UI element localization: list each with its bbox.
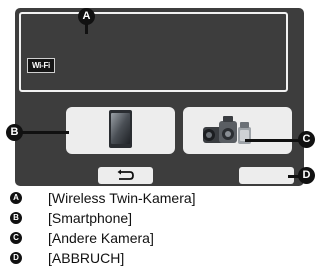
smartphone-button[interactable]	[66, 107, 175, 154]
legend-marker: B	[10, 212, 22, 224]
legend-label: [Andere Kamera]	[48, 230, 154, 246]
marker-b-leader	[22, 131, 69, 134]
smartphone-icon	[109, 110, 132, 148]
camera-icon	[203, 116, 251, 144]
legend-label: [Wireless Twin-Kamera]	[48, 190, 196, 206]
legend-label: [Smartphone]	[48, 210, 133, 226]
wifi-badge: Wi-Fi	[27, 58, 55, 73]
marker-b: B	[6, 124, 23, 141]
camera-screen: Wi-Fi	[15, 8, 304, 186]
legend-marker: A	[10, 192, 22, 204]
other-camera-button[interactable]	[183, 107, 292, 154]
cancel-button[interactable]	[239, 167, 294, 184]
marker-a: A	[78, 8, 95, 25]
marker-d: D	[298, 167, 315, 184]
marker-a-leader	[85, 24, 88, 34]
legend-marker: D	[10, 252, 22, 264]
wireless-twin-camera-area[interactable]: Wi-Fi	[19, 12, 288, 92]
back-button[interactable]	[98, 167, 153, 184]
return-arrow-icon	[117, 169, 134, 180]
marker-c-leader	[245, 139, 301, 142]
marker-c: C	[298, 131, 315, 148]
legend-marker: C	[10, 232, 22, 244]
legend-label: [ABBRUCH]	[48, 250, 125, 266]
